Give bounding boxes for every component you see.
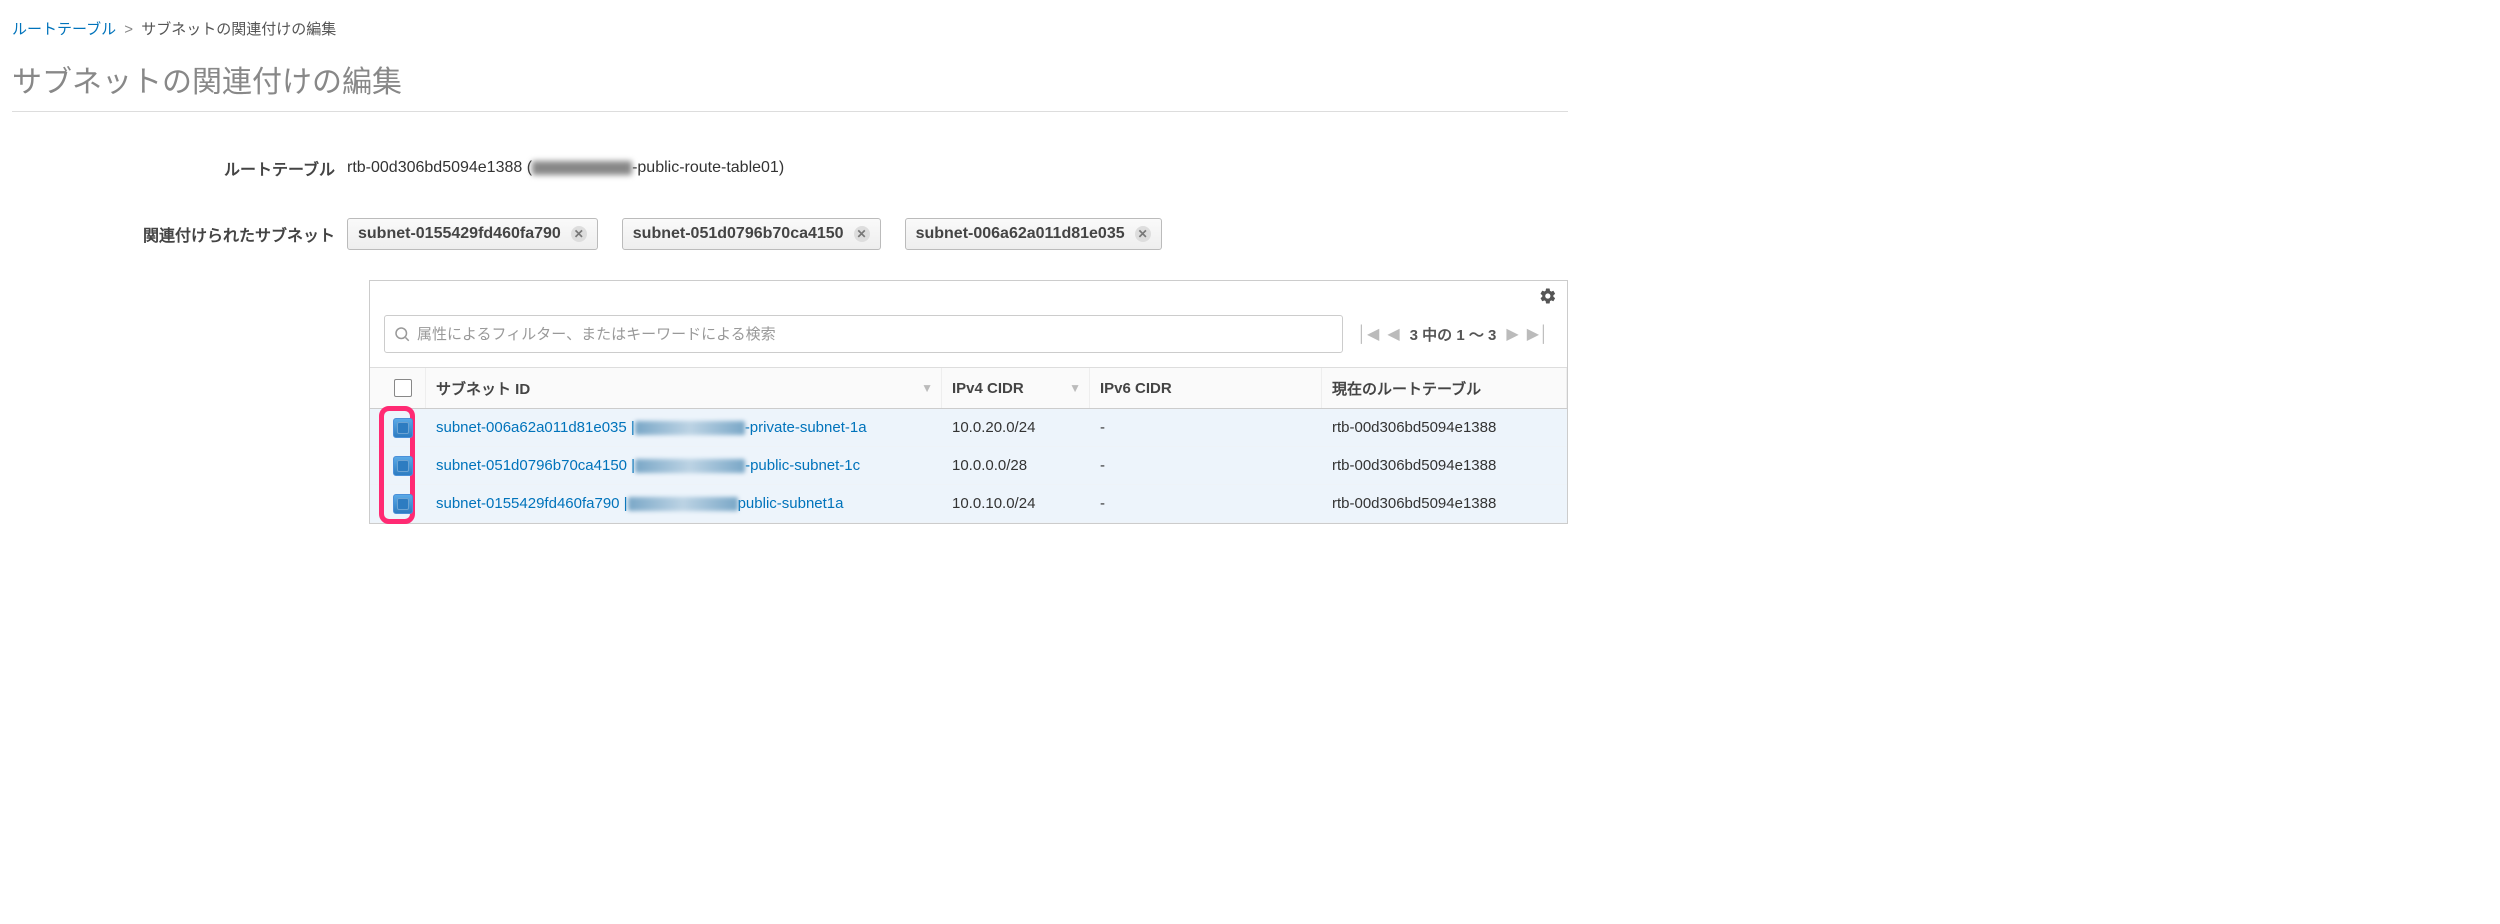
associated-subnets-label: 関連付けられたサブネット (12, 222, 347, 246)
cell-route-table: rtb-00d306bd5094e1388 (1322, 447, 1567, 484)
subnet-table-card: │◀ ◀ 3 中の 1 ～ 3 ▶ ▶│ サブネット ID ▼ IPv4 CID… (369, 280, 1568, 524)
subnet-tag: subnet-0155429fd460fa790 ✕ (347, 218, 598, 250)
breadcrumb: ルートテーブル > サブネットの関連付けの編集 (12, 8, 1568, 43)
cell-ipv4: 10.0.10.0/24 (942, 485, 1090, 522)
cell-ipv4: 10.0.20.0/24 (942, 409, 1090, 446)
cell-ipv6: - (1090, 485, 1322, 522)
row-checkbox[interactable] (393, 494, 413, 514)
cell-route-table: rtb-00d306bd5094e1388 (1322, 409, 1567, 446)
subnet-tag-label: subnet-051d0796b70ca4150 (633, 225, 844, 243)
page-range-text: 3 中の 1 ～ 3 (1404, 324, 1503, 345)
table-row[interactable]: subnet-051d0796b70ca4150 | -public-subne… (370, 447, 1567, 485)
subnet-link[interactable]: subnet-006a62a011d81e035 | (436, 419, 635, 436)
header-ipv4[interactable]: IPv4 CIDR ▼ (942, 368, 1090, 408)
cell-route-table: rtb-00d306bd5094e1388 (1322, 485, 1567, 522)
redacted-text (532, 161, 632, 175)
route-table-name-suffix: -public-route-table01) (632, 159, 784, 176)
header-ipv6-label: IPv6 CIDR (1100, 380, 1172, 397)
page-last-icon[interactable]: ▶│ (1523, 324, 1553, 344)
header-subnet-id-label: サブネット ID (436, 378, 530, 399)
cell-ipv6: - (1090, 409, 1322, 446)
route-table-id: rtb-00d306bd5094e1388 (347, 159, 522, 176)
pagination: │◀ ◀ 3 中の 1 ～ 3 ▶ ▶│ (1353, 324, 1553, 345)
search-icon (393, 325, 411, 343)
cell-ipv6: - (1090, 447, 1322, 484)
remove-tag-icon[interactable]: ✕ (571, 226, 587, 242)
page-prev-icon[interactable]: ◀ (1383, 324, 1403, 344)
sort-icon: ▼ (1069, 381, 1081, 395)
subnet-tag-label: subnet-0155429fd460fa790 (358, 225, 561, 243)
subnet-name-suffix: -private-subnet-1a (745, 419, 867, 436)
breadcrumb-root-link[interactable]: ルートテーブル (12, 21, 116, 38)
gear-icon[interactable] (1539, 287, 1557, 309)
header-checkbox-cell (380, 368, 426, 408)
cell-ipv4: 10.0.0.0/28 (942, 447, 1090, 484)
sort-icon: ▼ (921, 381, 933, 395)
subnet-tag: subnet-006a62a011d81e035 ✕ (905, 218, 1162, 250)
route-table-value: rtb-00d306bd5094e1388 (-public-route-tab… (347, 159, 784, 177)
cell-subnet-id: subnet-051d0796b70ca4150 | -public-subne… (426, 447, 942, 484)
subnet-link[interactable]: subnet-0155429fd460fa790 | (436, 495, 628, 512)
route-table-label: ルートテーブル (12, 156, 347, 180)
row-checkbox[interactable] (393, 456, 413, 476)
table-row[interactable]: subnet-006a62a011d81e035 | -private-subn… (370, 409, 1567, 447)
remove-tag-icon[interactable]: ✕ (1135, 226, 1151, 242)
search-input[interactable] (417, 316, 1334, 352)
page-first-icon[interactable]: │◀ (1353, 324, 1383, 344)
subnet-tags: subnet-0155429fd460fa790✕subnet-051d0796… (347, 218, 1186, 250)
header-subnet-id[interactable]: サブネット ID ▼ (426, 368, 942, 408)
row-checkbox[interactable] (393, 418, 413, 438)
table-row[interactable]: subnet-0155429fd460fa790 | public-subnet… (370, 485, 1567, 523)
table-header: サブネット ID ▼ IPv4 CIDR ▼ IPv6 CIDR 現在のルートテ… (370, 367, 1567, 409)
subnet-name-suffix: public-subnet1a (738, 495, 844, 512)
table-body: subnet-006a62a011d81e035 | -private-subn… (370, 409, 1567, 523)
page-title: サブネットの関連付けの編集 (12, 43, 1568, 112)
header-ipv6[interactable]: IPv6 CIDR (1090, 368, 1322, 408)
redacted-text (635, 459, 745, 473)
remove-tag-icon[interactable]: ✕ (854, 226, 870, 242)
subnet-tag-label: subnet-006a62a011d81e035 (916, 225, 1125, 243)
header-route-table-label: 現在のルートテーブル (1332, 378, 1481, 399)
redacted-text (635, 421, 745, 435)
subnet-name-suffix: -public-subnet-1c (745, 457, 860, 474)
page-next-icon[interactable]: ▶ (1502, 324, 1522, 344)
breadcrumb-current: サブネットの関連付けの編集 (141, 21, 336, 38)
cell-subnet-id: subnet-0155429fd460fa790 | public-subnet… (426, 485, 942, 522)
search-box[interactable] (384, 315, 1343, 353)
cell-subnet-id: subnet-006a62a011d81e035 | -private-subn… (426, 409, 942, 446)
redacted-text (628, 497, 738, 511)
subnet-link[interactable]: subnet-051d0796b70ca4150 | (436, 457, 635, 474)
header-route-table[interactable]: 現在のルートテーブル (1322, 368, 1567, 408)
header-ipv4-label: IPv4 CIDR (952, 380, 1024, 397)
breadcrumb-separator: > (120, 21, 137, 38)
select-all-checkbox[interactable] (394, 379, 412, 397)
subnet-tag: subnet-051d0796b70ca4150 ✕ (622, 218, 881, 250)
